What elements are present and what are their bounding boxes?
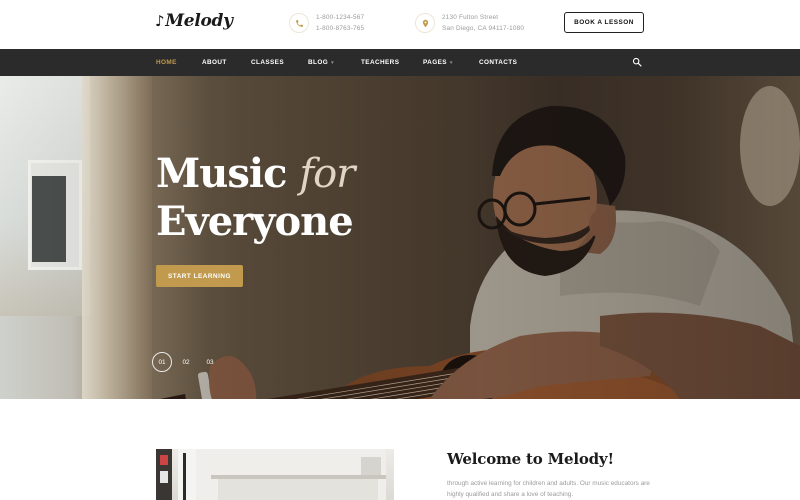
address-line-1: 2130 Fulton Street: [442, 14, 499, 21]
welcome-text: through active learning for children and…: [447, 480, 650, 498]
phone-icon: [289, 13, 309, 33]
nav-label: ABOUT: [202, 59, 227, 66]
room-illustration: [156, 449, 386, 500]
chevron-down-icon: ▾: [449, 60, 453, 66]
nav-item-contacts[interactable]: CONTACTS: [479, 49, 517, 76]
hero-title-word: Music: [156, 150, 287, 197]
hero-title: Music for Everyone: [156, 150, 355, 246]
hero-banner: [0, 76, 800, 399]
hero-shade: [0, 76, 800, 399]
hero-title-accent: for: [299, 151, 355, 197]
phone-line-2[interactable]: 1-800-8763-765: [316, 23, 364, 34]
slide-dot-1[interactable]: 01: [152, 352, 172, 372]
location-pin-icon: [415, 13, 435, 33]
top-header: ♪Melody 1-800-1234-567 1-800-8763-765 21…: [0, 0, 800, 49]
nav-item-classes[interactable]: CLASSES: [251, 49, 284, 76]
book-lesson-button[interactable]: BOOK A LESSON: [564, 12, 644, 33]
phone-line-1[interactable]: 1-800-1234-567: [316, 12, 364, 23]
music-note-icon: ♪: [155, 12, 165, 30]
search-icon[interactable]: [632, 57, 642, 67]
logo[interactable]: ♪Melody: [155, 11, 233, 31]
lesson-room-photo: [156, 449, 394, 500]
address-line-2: San Diego, CA 94117-1080: [442, 25, 525, 32]
slide-dot-3[interactable]: 03: [200, 352, 220, 372]
nav-label: CLASSES: [251, 59, 284, 66]
nav-item-teachers[interactable]: TEACHERS: [361, 49, 399, 76]
nav-label: PAGES: [423, 59, 447, 66]
slide-pagination: 01 02 03: [152, 352, 220, 372]
nav-item-about[interactable]: ABOUT: [202, 49, 227, 76]
nav-label: BLOG: [308, 59, 329, 66]
main-nav: HOME ABOUT CLASSES BLOG ▾ TEACHERS PAGES ▾…: [0, 49, 800, 76]
nav-label: CONTACTS: [479, 59, 518, 66]
start-learning-button[interactable]: START LEARNING: [156, 265, 243, 287]
chevron-down-icon: ▾: [331, 60, 334, 66]
address-contact: 2130 Fulton Street San Diego, CA 94117-1…: [415, 12, 524, 34]
hero-title-line2: Everyone: [156, 198, 354, 245]
nav-item-blog[interactable]: BLOG ▾: [308, 49, 334, 76]
nav-item-home[interactable]: HOME: [156, 49, 177, 76]
slide-dot-2[interactable]: 02: [176, 352, 196, 372]
nav-label: TEACHERS: [361, 59, 400, 66]
nav-item-pages[interactable]: PAGES ▾: [423, 49, 453, 76]
nav-label: HOME: [156, 59, 177, 66]
logo-text: Melody: [165, 11, 233, 31]
welcome-heading: Welcome to Melody!: [447, 450, 614, 468]
phone-contact: 1-800-1234-567 1-800-8763-765: [289, 12, 364, 34]
